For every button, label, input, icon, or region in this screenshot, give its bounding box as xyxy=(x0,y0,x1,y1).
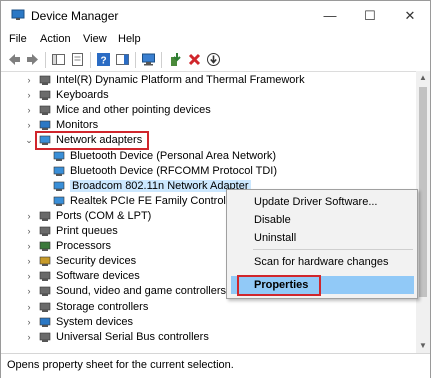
scan-hardware-icon[interactable] xyxy=(141,52,156,67)
tree-item-label: Sound, video and game controllers xyxy=(56,285,226,298)
port-icon xyxy=(39,211,51,221)
tree-item-label: Universal Serial Bus controllers xyxy=(56,330,209,343)
collapse-chevron-icon[interactable]: ⌄ xyxy=(24,134,34,146)
expand-chevron-icon[interactable]: › xyxy=(24,285,34,297)
tree-item-label: Keyboards xyxy=(56,89,109,102)
menu-item-update-driver[interactable]: Update Driver Software... xyxy=(254,196,378,208)
tree-item-label: Bluetooth Device (RFCOMM Protocol TDI) xyxy=(70,164,278,177)
properties-sheet-icon[interactable] xyxy=(70,52,85,67)
tree-item-label: Intel(R) Dynamic Platform and Thermal Fr… xyxy=(56,74,305,86)
tree-item-label: System devices xyxy=(56,315,134,328)
device-manager-window: Device Manager — ☐ ✕ File Action View He… xyxy=(0,0,431,378)
tree-item-label: Monitors xyxy=(56,119,99,132)
expand-chevron-icon[interactable]: › xyxy=(24,240,34,252)
tree-item-label: Bluetooth Device (Personal Area Network) xyxy=(70,149,277,162)
status-text: Opens property sheet for the current sel… xyxy=(7,359,234,371)
close-button[interactable]: ✕ xyxy=(390,1,430,31)
tree-item[interactable]: › Keyboards xyxy=(1,88,416,103)
tree-item[interactable]: › System devices xyxy=(1,315,416,330)
tree-item-label: Storage controllers xyxy=(56,300,149,313)
expand-chevron-icon[interactable]: › xyxy=(24,210,34,222)
window-title: Device Manager xyxy=(31,9,119,23)
menu-action[interactable]: Action xyxy=(40,33,71,45)
expand-chevron-icon[interactable]: › xyxy=(24,301,34,313)
action-pane-icon[interactable] xyxy=(115,52,130,67)
vertical-scrollbar[interactable]: ▲ ▼ xyxy=(416,71,430,353)
expand-chevron-icon[interactable]: › xyxy=(24,316,34,328)
expand-chevron-icon[interactable]: › xyxy=(24,331,34,343)
toolbar-separator xyxy=(45,52,46,68)
menu-item-disable[interactable]: Disable xyxy=(254,214,291,226)
scrollbar-thumb[interactable] xyxy=(419,87,427,297)
network-adapter-icon xyxy=(53,196,65,206)
context-menu: Update Driver Software... Disable Uninst… xyxy=(226,189,418,299)
menu-item-uninstall[interactable]: Uninstall xyxy=(254,232,296,244)
expand-chevron-icon[interactable]: › xyxy=(24,270,34,282)
printer-icon xyxy=(39,226,51,236)
menu-item-scan-hardware[interactable]: Scan for hardware changes xyxy=(254,256,389,268)
toolbar: ? xyxy=(1,49,430,72)
tree-item[interactable]: › Intel(R) Dynamic Platform and Thermal F… xyxy=(1,73,416,88)
title-bar: Device Manager — ☐ ✕ xyxy=(1,1,430,31)
context-menu-separator xyxy=(253,249,413,250)
forward-arrow-icon[interactable] xyxy=(25,52,40,67)
keyboard-icon xyxy=(39,90,51,101)
tree-item[interactable]: › Mice and other pointing devices xyxy=(1,103,416,118)
menu-view[interactable]: View xyxy=(83,33,107,45)
network-adapter-icon xyxy=(53,166,65,176)
uninstall-x-icon[interactable] xyxy=(187,52,202,67)
tree-item[interactable]: Bluetooth Device (Personal Area Network) xyxy=(1,149,416,164)
toolbar-separator xyxy=(161,52,162,68)
tree-item[interactable]: › Storage controllers xyxy=(1,300,416,315)
tree-item-label: Realtek PCIe FE Family Controller # xyxy=(70,194,248,207)
tree-item-label: Ports (COM & LPT) xyxy=(56,209,152,222)
scroll-down-icon[interactable]: ▼ xyxy=(416,339,430,353)
menu-help[interactable]: Help xyxy=(118,33,141,45)
software-icon xyxy=(39,271,51,282)
menu-file[interactable]: File xyxy=(9,33,27,45)
expand-chevron-icon[interactable]: › xyxy=(24,119,34,131)
expand-chevron-icon[interactable]: › xyxy=(24,255,34,267)
monitor-icon xyxy=(39,120,51,131)
toolbar-separator xyxy=(135,52,136,68)
storage-icon xyxy=(39,302,51,312)
network-adapter-icon xyxy=(53,181,65,191)
help-icon[interactable]: ? xyxy=(96,52,111,67)
processor-icon xyxy=(39,241,51,252)
tree-item-label: Print queues xyxy=(56,225,118,237)
tree-item-label: Broadcom 802.11n Network Adapter xyxy=(70,179,251,192)
platform-icon xyxy=(39,75,51,85)
scroll-up-icon[interactable]: ▲ xyxy=(416,71,430,85)
menu-bar: File Action View Help xyxy=(1,31,430,49)
back-arrow-icon[interactable] xyxy=(7,52,22,67)
tree-item[interactable]: › Universal Serial Bus controllers xyxy=(1,330,416,345)
show-hide-console-tree-icon[interactable] xyxy=(51,52,66,67)
mouse-icon xyxy=(39,105,51,116)
usb-icon xyxy=(39,332,51,342)
expand-chevron-icon[interactable]: › xyxy=(24,74,34,86)
toolbar-separator xyxy=(90,52,91,68)
tree-item-label: Processors xyxy=(56,240,112,253)
tree-item[interactable]: ⌄ Network adapters xyxy=(1,131,416,151)
system-icon xyxy=(39,317,51,327)
speaker-icon xyxy=(39,287,51,297)
tree-item-label: Security devices xyxy=(56,255,137,268)
svg-text:?: ? xyxy=(100,56,106,67)
expand-chevron-icon[interactable]: › xyxy=(24,104,34,116)
expand-chevron-icon[interactable]: › xyxy=(24,225,34,237)
status-bar: Opens property sheet for the current sel… xyxy=(1,353,430,378)
expand-chevron-icon[interactable]: › xyxy=(24,89,34,101)
tree-item[interactable]: Bluetooth Device (RFCOMM Protocol TDI) xyxy=(1,164,416,179)
properties-highlight-box xyxy=(237,275,321,296)
enable-device-icon[interactable] xyxy=(206,52,221,67)
security-icon xyxy=(39,256,51,267)
update-driver-icon[interactable] xyxy=(168,52,183,67)
tree-item-label: Software devices xyxy=(56,270,140,283)
tree-item-label: Mice and other pointing devices xyxy=(56,104,211,117)
minimize-button[interactable]: — xyxy=(310,1,350,31)
device-manager-icon xyxy=(11,9,25,20)
maximize-button[interactable]: ☐ xyxy=(350,1,390,31)
network-adapter-icon xyxy=(53,151,65,161)
